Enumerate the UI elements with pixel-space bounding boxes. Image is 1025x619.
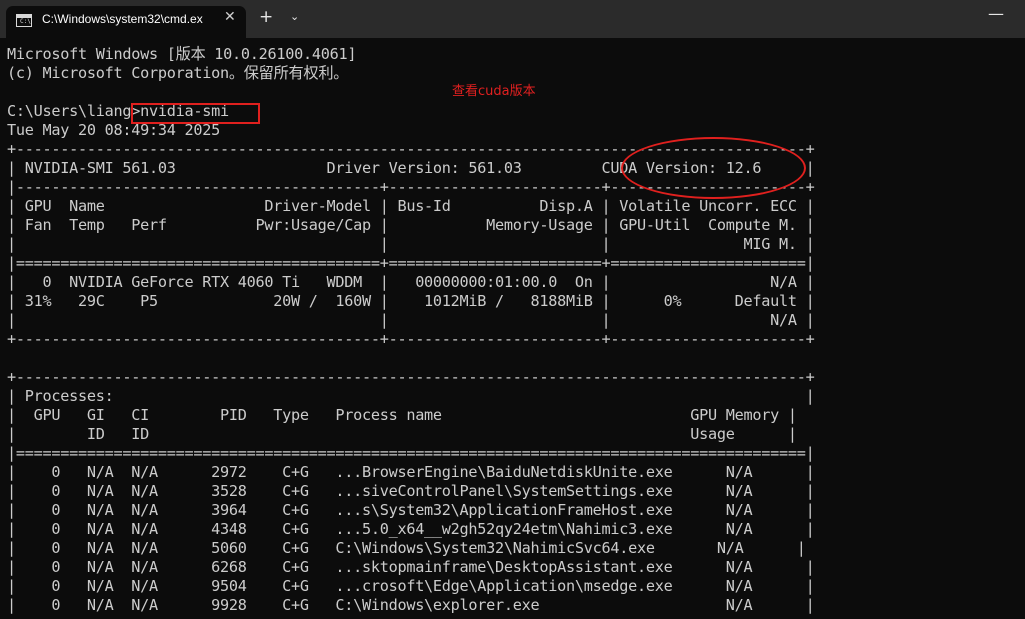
console-line: | 0 NVIDIA GeForce RTX 4060 Ti WDDM | 00… — [7, 273, 815, 291]
console-line: | | | MIG M. | — [7, 235, 815, 253]
console-line: | 0 N/A N/A 5060 C+G C:\Windows\System32… — [7, 539, 806, 557]
tab-title: C:\Windows\system32\cmd.ex — [42, 12, 203, 26]
console-line: | 0 N/A N/A 3964 C+G ...s\System32\Appli… — [7, 501, 815, 519]
console-output[interactable]: Microsoft Windows [版本 10.0.26100.4061] (… — [0, 38, 1025, 619]
console-line: | 31% 29C P5 20W / 160W | 1012MiB / 8188… — [7, 292, 815, 310]
tab-cmd[interactable]: C:\ C:\Windows\system32\cmd.ex ✕ — [6, 6, 246, 38]
console-line: | | | N/A | — [7, 311, 815, 329]
cuda-version-highlight-ellipse — [621, 137, 806, 199]
console-line: |=======================================… — [7, 254, 815, 272]
dropdown-chevron-icon[interactable]: ⌄ — [290, 10, 299, 23]
console-line: +---------------------------------------… — [7, 330, 815, 348]
title-bar: C:\ C:\Windows\system32\cmd.ex ✕ + ⌄ — — [0, 0, 1025, 38]
console-line: | ID ID Usage | — [7, 425, 797, 443]
console-line: | GPU GI CI PID Type Process name GPU Me… — [7, 406, 797, 424]
console-line: | 0 N/A N/A 9504 C+G ...crosoft\Edge\App… — [7, 577, 815, 595]
console-line: | 0 N/A N/A 2972 C+G ...BrowserEngine\Ba… — [7, 463, 815, 481]
command-highlight-box — [131, 103, 260, 124]
console-line: | 0 N/A N/A 3528 C+G ...siveControlPanel… — [7, 482, 815, 500]
console-line: (c) Microsoft Corporation。保留所有权利。 — [7, 64, 349, 82]
console-line: | 0 N/A N/A 4348 C+G ...5.0_x64__w2gh52q… — [7, 520, 815, 538]
console-line: Microsoft Windows [版本 10.0.26100.4061] — [7, 45, 357, 63]
close-tab-icon[interactable]: ✕ — [224, 9, 236, 25]
console-line: | GPU Name Driver-Model | Bus-Id Disp.A … — [7, 197, 815, 215]
minimize-button[interactable]: — — [988, 4, 1004, 23]
console-line: | 0 N/A N/A 6268 C+G ...sktopmainframe\D… — [7, 558, 815, 576]
console-line: |=======================================… — [7, 444, 815, 462]
console-line: | 0 N/A N/A 9928 C+G C:\Windows\explorer… — [7, 596, 815, 614]
console-line: +---------------------------------------… — [7, 368, 815, 386]
cmd-icon: C:\ — [16, 14, 32, 27]
new-tab-button[interactable]: + — [259, 7, 273, 27]
console-line: | Processes: | — [7, 387, 815, 405]
console-line: | Fan Temp Perf Pwr:Usage/Cap | Memory-U… — [7, 216, 815, 234]
cuda-version-annotation: 查看cuda版本 — [452, 84, 536, 99]
